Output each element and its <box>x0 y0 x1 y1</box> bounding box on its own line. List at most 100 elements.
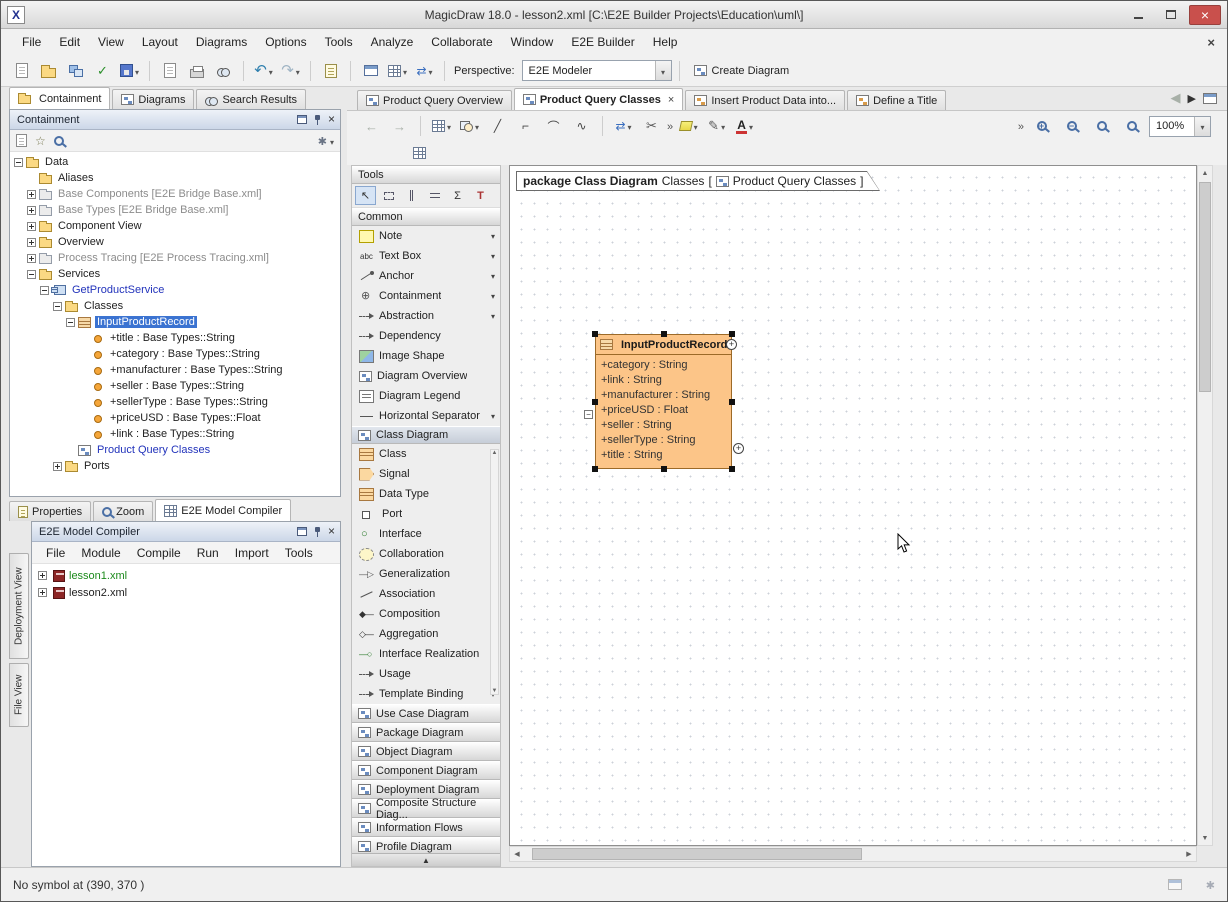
scroll-tabs-right-icon[interactable]: ▶ <box>1188 92 1196 105</box>
tree-item[interactable]: Aliases <box>10 170 340 186</box>
scroll-up-icon[interactable]: ▲ <box>1198 166 1212 180</box>
expander-collapsed-icon[interactable] <box>27 190 36 199</box>
class-attribute[interactable]: +seller : String <box>601 418 727 433</box>
palette-item-note[interactable]: Note <box>352 226 500 246</box>
tab-diagrams[interactable]: Diagrams <box>112 89 194 109</box>
menu-window[interactable]: Window <box>502 31 563 53</box>
back-button[interactable]: ← <box>359 114 384 138</box>
perspective-combobox[interactable]: E2E Modeler <box>522 60 672 81</box>
palette-item-template-binding[interactable]: Template Binding <box>352 684 500 704</box>
expander-expanded-icon[interactable] <box>27 270 36 279</box>
pointer-tool-button[interactable]: ↖ <box>355 186 376 205</box>
resize-handle-s[interactable] <box>661 466 667 472</box>
tree-item[interactable]: Data <box>10 154 340 170</box>
palette-item-signal[interactable]: Signal <box>352 464 500 484</box>
containment-tree[interactable]: Data Aliases Base Components [E2E Bridge… <box>10 152 340 496</box>
tree-item[interactable]: Services <box>10 266 340 282</box>
palette-item-horizontal-separator[interactable]: Horizontal Separator <box>352 406 500 426</box>
class-attribute[interactable]: +priceUSD : Float <box>601 403 727 418</box>
zoom-fit-button[interactable] <box>1089 114 1114 138</box>
open-project-button[interactable] <box>36 59 61 83</box>
block-select-tool-button[interactable] <box>378 186 399 205</box>
menu-view[interactable]: View <box>89 31 133 53</box>
file-row[interactable]: lesson2.xml <box>32 584 340 601</box>
palette-item-diagram-overview[interactable]: Diagram Overview <box>352 366 500 386</box>
modules-button[interactable] <box>63 59 88 83</box>
tab-file-view[interactable]: File View <box>9 663 29 727</box>
expander-collapsed-icon[interactable] <box>27 238 36 247</box>
palette-section-tools[interactable]: Tools <box>352 166 500 184</box>
tab-define-a-title[interactable]: Define a Title <box>847 90 946 110</box>
create-diagram-button[interactable]: Create Diagram <box>687 63 797 79</box>
expander-expanded-icon[interactable] <box>53 302 62 311</box>
gear-icon[interactable] <box>318 134 327 148</box>
palette-item-abstraction[interactable]: Abstraction <box>352 306 500 326</box>
dependency-matrix-button[interactable] <box>611 114 636 138</box>
combobox-arrow-button[interactable] <box>655 61 671 80</box>
menu-file[interactable]: File <box>13 31 50 53</box>
uml-class-input-product-record[interactable]: InputProductRecord +category : String +l… <box>595 334 732 469</box>
tree-item[interactable]: Overview <box>10 234 340 250</box>
class-title-bar[interactable]: InputProductRecord <box>596 335 731 355</box>
zoom-level-combobox[interactable]: 100% <box>1149 116 1211 137</box>
tab-product-query-classes[interactable]: Product Query Classes <box>514 88 684 110</box>
pin-panel-icon[interactable] <box>313 527 322 537</box>
diagram-structure-button[interactable] <box>407 141 432 165</box>
float-panel-icon[interactable] <box>297 527 307 536</box>
file-row[interactable]: lesson1.xml <box>32 567 340 584</box>
scrollbar-track[interactable] <box>1198 180 1212 831</box>
palette-section-object-diagram[interactable]: Object Diagram <box>352 742 500 761</box>
expander-collapsed-icon[interactable] <box>27 222 36 231</box>
palette-item-interface[interactable]: Interface <box>352 524 500 544</box>
align-vertical-tool-button[interactable] <box>401 186 422 205</box>
tree-item[interactable]: +title : Base Types::String <box>10 330 340 346</box>
windows-layout-button[interactable] <box>358 59 383 83</box>
palette-scroll-up-strip[interactable] <box>352 853 500 866</box>
spline-tool-button[interactable] <box>569 114 594 138</box>
palette-section-package-diagram[interactable]: Package Diagram <box>352 723 500 742</box>
resize-handle-w[interactable] <box>592 399 598 405</box>
palette-item-containment[interactable]: Containment <box>352 286 500 306</box>
palette-item-collaboration[interactable]: Collaboration <box>352 544 500 564</box>
tree-item[interactable]: Base Types [E2E Bridge Base.xml] <box>10 202 340 218</box>
resize-handle-n[interactable] <box>661 331 667 337</box>
save-button[interactable] <box>117 59 142 83</box>
palette-item-association[interactable]: Association <box>352 584 500 604</box>
resize-handle-se[interactable] <box>729 466 735 472</box>
float-panel-icon[interactable] <box>297 115 307 124</box>
search-icon[interactable] <box>54 136 64 146</box>
tree-item[interactable]: Process Tracing [E2E Process Tracing.xml… <box>10 250 340 266</box>
palette-item-text-box[interactable]: Text Box <box>352 246 500 266</box>
expander-collapsed-icon[interactable] <box>27 206 36 215</box>
close-panel-icon[interactable] <box>328 525 335 538</box>
tab-search-results[interactable]: Search Results <box>196 89 306 109</box>
tab-zoom[interactable]: Zoom <box>93 501 153 521</box>
find-button[interactable] <box>211 59 236 83</box>
resize-handle-e[interactable] <box>729 399 735 405</box>
tree-item[interactable]: +priceUSD : Base Types::Float <box>10 410 340 426</box>
menu-analyze[interactable]: Analyze <box>362 31 423 53</box>
highlight-button[interactable] <box>676 114 701 138</box>
print-button[interactable] <box>184 59 209 83</box>
palette-item-class[interactable]: Class <box>352 444 500 464</box>
class-attribute[interactable]: +category : String <box>601 358 727 373</box>
tree-item[interactable]: Base Components [E2E Bridge Base.xml] <box>10 186 340 202</box>
title-bar[interactable]: X MagicDraw 18.0 - lesson2.xml [C:\E2E B… <box>1 1 1227 29</box>
menu-diagrams[interactable]: Diagrams <box>187 31 256 53</box>
scrollbar-thumb[interactable] <box>1199 182 1211 392</box>
favorites-icon[interactable] <box>35 134 46 148</box>
dropdown-arrow-icon[interactable] <box>491 292 495 301</box>
expander-collapsed-icon[interactable] <box>27 254 36 263</box>
canvas-vertical-scrollbar[interactable]: ▲ ▼ <box>1197 165 1213 846</box>
tree-item[interactable]: +manufacturer : Base Types::String <box>10 362 340 378</box>
tree-item[interactable]: Component View <box>10 218 340 234</box>
palette-section-class-diagram[interactable]: Class Diagram <box>352 426 500 444</box>
palette-item-aggregation[interactable]: Aggregation <box>352 624 500 644</box>
compiler-menu-import[interactable]: Import <box>227 543 277 563</box>
close-panel-icon[interactable] <box>328 113 335 126</box>
scrollbar-thumb[interactable] <box>532 848 862 860</box>
tree-item[interactable]: Classes <box>10 298 340 314</box>
menu-help[interactable]: Help <box>644 31 687 53</box>
resize-handle-nw[interactable] <box>592 331 598 337</box>
canvas-horizontal-scrollbar[interactable]: ◀ ▶ <box>509 846 1197 862</box>
